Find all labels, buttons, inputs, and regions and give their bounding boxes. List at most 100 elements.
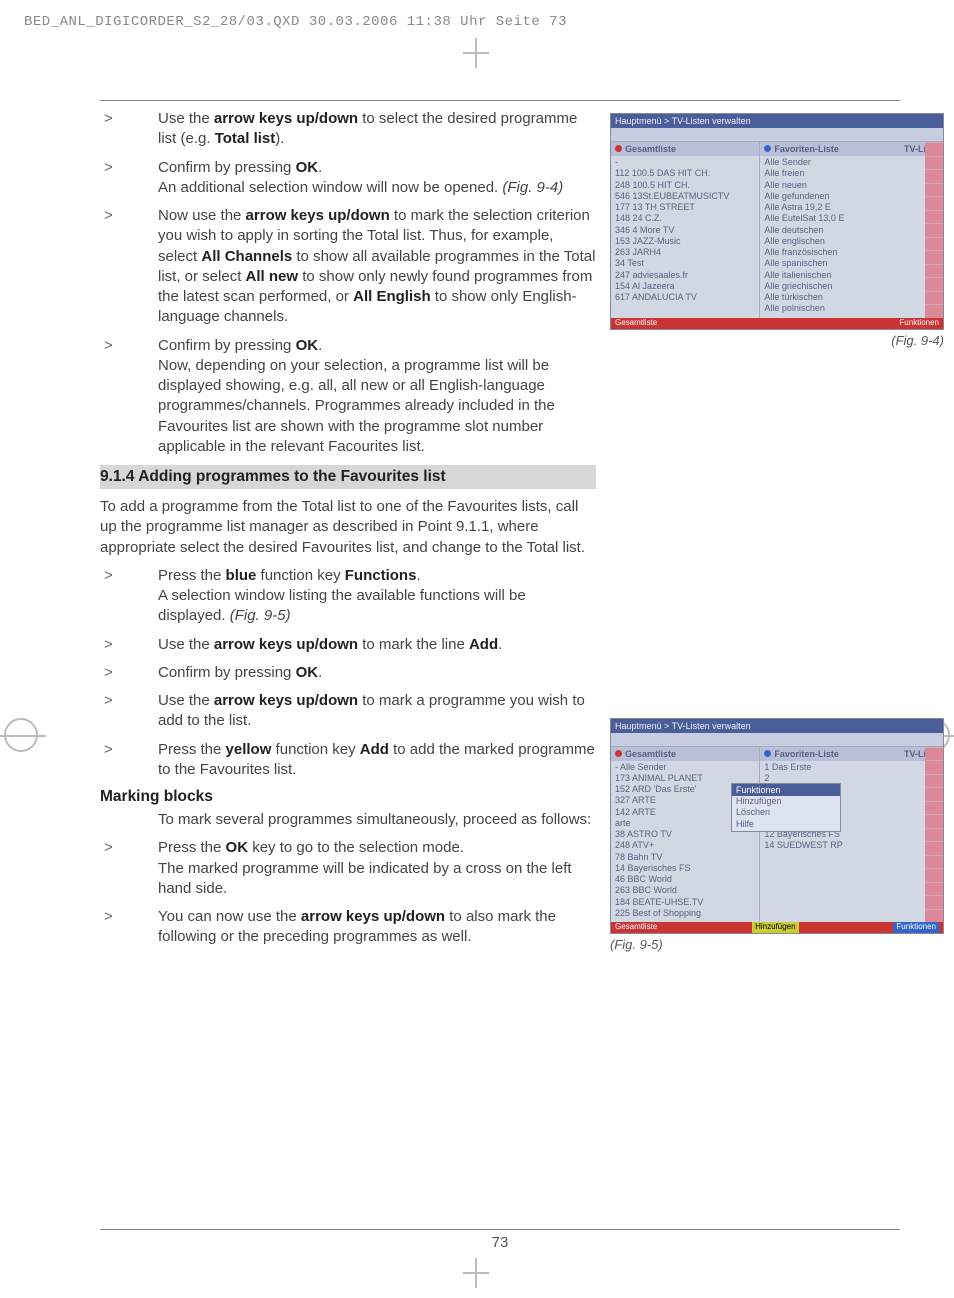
list-item: Alle italienischen — [764, 270, 939, 281]
list-item: 263 JARH4 — [615, 247, 755, 258]
list-item: - Alle Sender — [615, 762, 755, 773]
step-text: Use the arrow keys up/down to mark a pro… — [158, 691, 596, 732]
step-marker: > — [100, 838, 158, 899]
crop-mark-top — [475, 38, 477, 68]
intro-paragraph: To add a programme from the Total list t… — [100, 497, 596, 558]
list-item: 46 BBC World — [615, 874, 755, 885]
step-text: Press the yellow function key Add to add… — [158, 740, 596, 781]
figure-9-4: Hauptmenü > TV-Listen verwalten Gesamtli… — [610, 113, 944, 330]
list-item: Alle türkischen — [764, 292, 939, 303]
step-marker — [100, 810, 158, 830]
step-text: Confirm by pressing OK.Now, depending on… — [158, 336, 596, 458]
step-text: Confirm by pressing OK.An additional sel… — [158, 158, 596, 199]
step-text: Press the OK key to go to the selection … — [158, 838, 596, 899]
list-item: Alle gefundenen — [764, 191, 939, 202]
list-item: 177 13 TH STREET — [615, 202, 755, 213]
step-marker: > — [100, 691, 158, 732]
fig95-popup: Funktionen HinzufügenLöschenHilfe — [731, 783, 841, 832]
fig95-left-head: Gesamtliste — [611, 747, 759, 761]
sub-heading: Marking blocks — [100, 788, 596, 806]
list-item: Alle Astra 19,2 E — [764, 202, 939, 213]
fig94-caption: (Fig. 9-4) — [610, 333, 944, 348]
list-item: 14 Bayerisches FS — [615, 863, 755, 874]
list-item: Alle spanischen — [764, 258, 939, 269]
page-number: 73 — [100, 1234, 900, 1251]
list-item: Alle englischen — [764, 236, 939, 247]
list-item: Alle deutschen — [764, 225, 939, 236]
list-item: 184 BEATE-UHSE.TV — [615, 897, 755, 908]
list-item: 14 SUEDWEST RP — [764, 840, 939, 851]
instruction-step: To mark several programmes simultaneousl… — [100, 810, 596, 830]
list-item: 1 Das Erste — [764, 762, 939, 773]
instruction-step: >Press the OK key to go to the selection… — [100, 838, 596, 899]
list-item: 247 adviesaales.fr — [615, 270, 755, 281]
instruction-step: >Press the blue function key Functions.A… — [100, 566, 596, 627]
instruction-step: >You can now use the arrow keys up/down … — [100, 907, 596, 948]
crop-mark-left — [4, 718, 38, 752]
instruction-step: >Now use the arrow keys up/down to mark … — [100, 206, 596, 328]
section-heading: 9.1.4 Adding programmes to the Favourite… — [100, 465, 596, 489]
list-item: 248 ATV+ — [615, 840, 755, 851]
list-item: - — [615, 157, 755, 168]
step-marker: > — [100, 336, 158, 458]
step-text: Press the blue function key Functions.A … — [158, 566, 596, 627]
instruction-step: >Use the arrow keys up/down to mark the … — [100, 635, 596, 655]
list-item: Alle französischen — [764, 247, 939, 258]
page-frame: >Use the arrow keys up/down to select th… — [100, 100, 900, 1230]
step-marker: > — [100, 740, 158, 781]
list-item: Alle freien — [764, 168, 939, 179]
step-text: Use the arrow keys up/down to mark the l… — [158, 635, 596, 655]
instruction-step: >Press the yellow function key Add to ad… — [100, 740, 596, 781]
list-item: Alle neuen — [764, 180, 939, 191]
step-text: You can now use the arrow keys up/down t… — [158, 907, 596, 948]
list-item: Alle polnischen — [764, 303, 939, 314]
list-item: 225 Best of Shopping — [615, 908, 755, 919]
instruction-step: >Use the arrow keys up/down to select th… — [100, 109, 596, 150]
list-item: 34 Test — [615, 258, 755, 269]
instruction-step: >Use the arrow keys up/down to mark a pr… — [100, 691, 596, 732]
list-item: Alle EutelSat 13,0 E — [764, 213, 939, 224]
step-text: Use the arrow keys up/down to select the… — [158, 109, 596, 150]
step-text: Confirm by pressing OK. — [158, 663, 596, 683]
list-item: 148 24 C.Z. — [615, 213, 755, 224]
step-text: To mark several programmes simultaneousl… — [158, 810, 596, 830]
figure-column: Hauptmenü > TV-Listen verwalten Gesamtli… — [610, 113, 954, 952]
list-item: 617 ANDALUCIA TV — [615, 292, 755, 303]
figure-9-5: Hauptmenü > TV-Listen verwalten Gesamtli… — [610, 718, 944, 935]
step-marker: > — [100, 907, 158, 948]
list-item: 78 Bahn TV — [615, 852, 755, 863]
fig94-right-head: Favoriten-ListeTV-Liste — [760, 142, 943, 156]
step-marker: > — [100, 158, 158, 199]
step-marker: > — [100, 206, 158, 328]
list-item: 346 4 More TV — [615, 225, 755, 236]
fig95-titlebar: Hauptmenü > TV-Listen verwalten — [611, 719, 943, 733]
list-item: 263 BBC World — [615, 885, 755, 896]
list-item: 153 JAZZ-Music — [615, 236, 755, 247]
list-item: 112 100.5 DAS HIT CH. — [615, 168, 755, 179]
step-marker: > — [100, 566, 158, 627]
step-text: Now use the arrow keys up/down to mark t… — [158, 206, 596, 328]
list-item: Hilfe — [732, 819, 840, 831]
instruction-step: >Confirm by pressing OK. — [100, 663, 596, 683]
instruction-step: >Confirm by pressing OK.Now, depending o… — [100, 336, 596, 458]
step-marker: > — [100, 663, 158, 683]
text-column: >Use the arrow keys up/down to select th… — [100, 109, 596, 956]
fig95-right-head: Favoriten-ListeTV-Liste — [760, 747, 943, 761]
fig95-toolbar — [611, 733, 943, 747]
step-marker: > — [100, 109, 158, 150]
fig95-caption: (Fig. 9-5) — [610, 937, 944, 952]
list-item: 248 100.5 HIT CH. — [615, 180, 755, 191]
instruction-step: >Confirm by pressing OK.An additional se… — [100, 158, 596, 199]
list-item: Hinzufügen — [732, 796, 840, 808]
list-item: Alle griechischen — [764, 281, 939, 292]
doc-header: BED_ANL_DIGICORDER_S2_28/03.QXD 30.03.20… — [24, 14, 567, 30]
fig94-toolbar — [611, 128, 943, 142]
list-item: 546 13St.EUBEATMUSICTV — [615, 191, 755, 202]
fig94-titlebar: Hauptmenü > TV-Listen verwalten — [611, 114, 943, 128]
step-marker: > — [100, 635, 158, 655]
crop-mark-bottom — [475, 1258, 477, 1288]
list-item: 154 Al Jazeera — [615, 281, 755, 292]
list-item: Löschen — [732, 807, 840, 819]
fig94-left-head: Gesamtliste — [611, 142, 759, 156]
list-item: Alle Sender — [764, 157, 939, 168]
